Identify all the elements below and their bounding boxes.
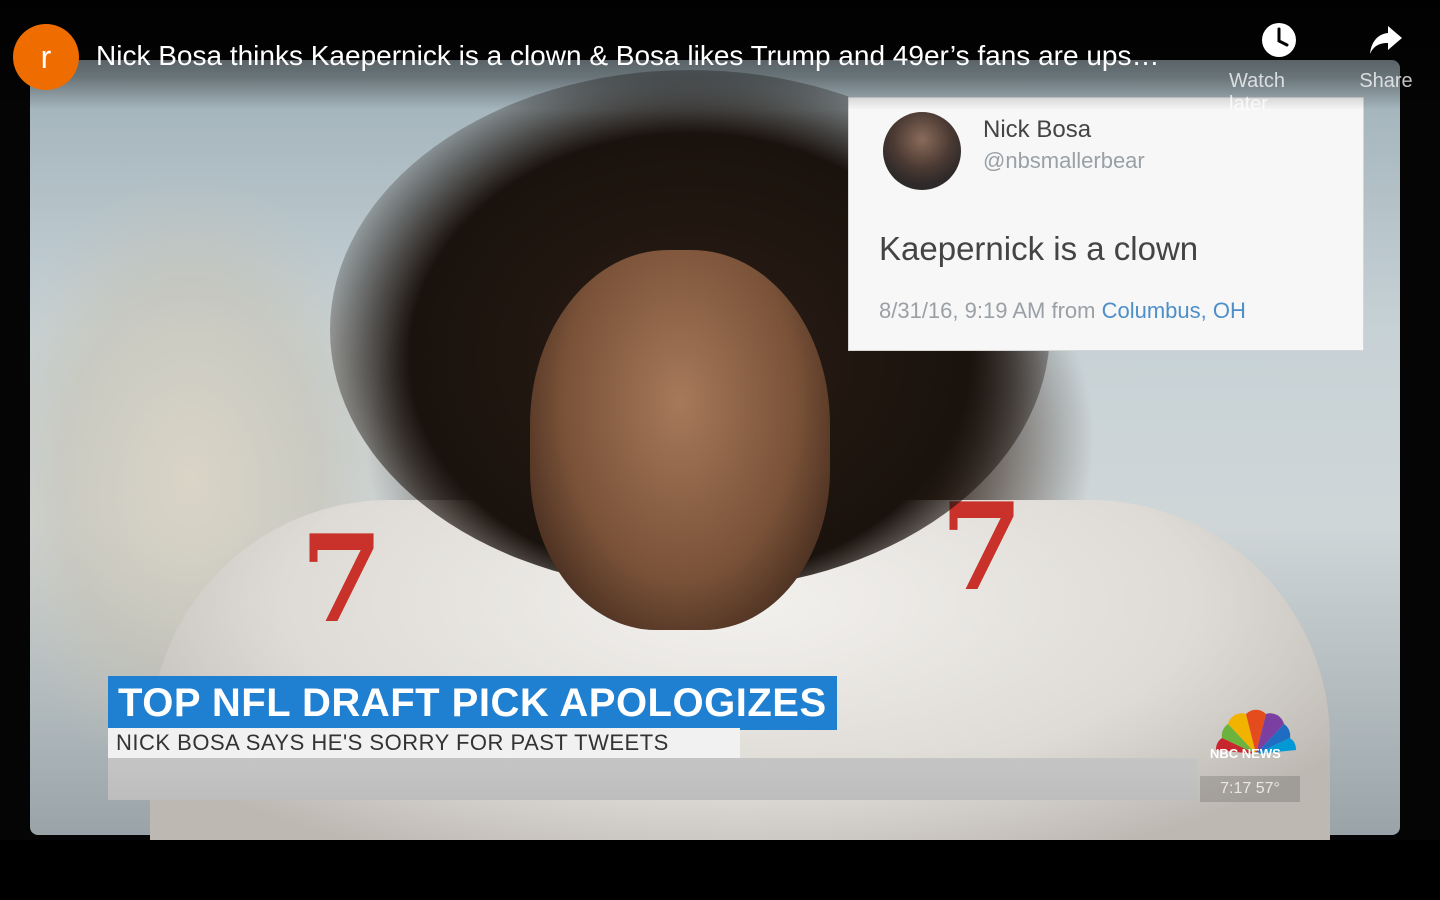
lower-third-headline: TOP NFL DRAFT PICK APOLOGIZES — [108, 676, 837, 730]
tweet-location: Columbus, OH — [1101, 298, 1246, 323]
tv-bezel — [0, 840, 1440, 900]
tweet-avatar — [883, 112, 961, 190]
tweet-author-name: Nick Bosa — [983, 116, 1092, 143]
jersey-number-left: 7 — [300, 509, 384, 650]
time-temperature: 7:17 57° — [1200, 776, 1300, 802]
watch-later-button[interactable]: Watch later — [1229, 20, 1329, 116]
share-label: Share — [1359, 70, 1413, 92]
video-player[interactable]: 7 7 Nick Bosa @nbsmallerbear Kaepernick … — [0, 0, 1440, 900]
tweet-text: Kaepernick is a clown — [879, 230, 1199, 267]
watch-later-label: Watch later — [1229, 70, 1285, 115]
tweet-card: Nick Bosa @nbsmallerbear Kaepernick is a… — [848, 97, 1364, 351]
tweet-meta: 8/31/16, 9:19 AM from Columbus, OH — [879, 298, 1246, 324]
face — [530, 250, 830, 630]
channel-avatar[interactable]: r — [13, 24, 79, 90]
network-name: NBC NEWS — [1210, 746, 1281, 761]
video-title[interactable]: Nick Bosa thinks Kaepernick is a clown &… — [96, 40, 1206, 72]
tweet-author-handle: @nbsmallerbear — [983, 148, 1145, 173]
share-arrow-icon — [1370, 26, 1402, 54]
tweet-timestamp: 8/31/16, 9:19 AM from — [879, 298, 1102, 323]
lower-third-subhead: NICK BOSA SAYS HE'S SORRY FOR PAST TWEET… — [108, 728, 740, 758]
ticker-bar — [108, 758, 1198, 800]
clock-icon — [1262, 23, 1296, 57]
top-bar: r Nick Bosa thinks Kaepernick is a clown… — [0, 0, 1440, 115]
share-button[interactable]: Share — [1336, 20, 1436, 93]
